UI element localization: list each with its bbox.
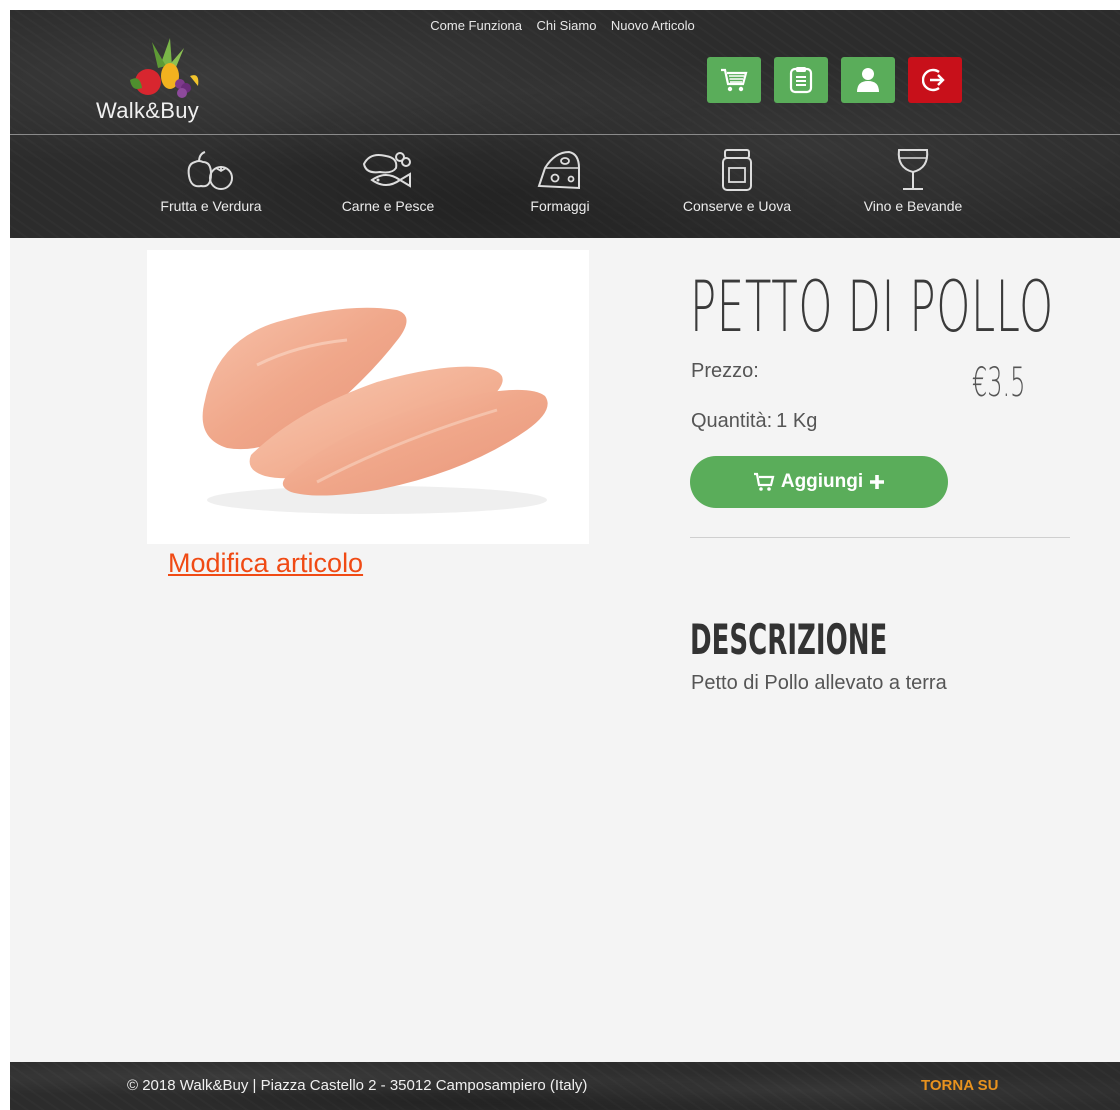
nav-come-funziona[interactable]: Come Funziona — [430, 18, 522, 33]
meat-fish-icon — [362, 152, 411, 188]
produce-logo-icon — [130, 38, 199, 98]
brand-logo[interactable]: Walk&Buy — [90, 36, 240, 126]
logout-icon — [922, 68, 945, 92]
category-label: Conserve e Uova — [682, 198, 792, 214]
category-label: Vino e Bevande — [863, 198, 963, 214]
edit-product-link[interactable]: Modifica articolo — [168, 548, 363, 579]
product-title: PETTO DI POLLO — [690, 266, 1054, 348]
jar-icon — [722, 149, 752, 191]
category-vino-bevande[interactable]: Vino e Bevande — [848, 148, 978, 214]
plus-icon — [870, 475, 885, 489]
quantity-label: Quantità: — [691, 410, 773, 432]
nav-nuovo-articolo[interactable]: Nuovo Articolo — [611, 18, 695, 33]
user-icon — [857, 68, 879, 92]
clipboard-icon — [789, 67, 813, 94]
add-button-label: Aggiungi — [780, 471, 864, 492]
category-carne-pesce[interactable]: Carne e Pesce — [328, 148, 448, 214]
description-text: Petto di Pollo allevato a terra — [691, 672, 947, 694]
top-nav: Come Funziona Chi Siamo Nuovo Articolo — [10, 17, 1120, 35]
category-label: Carne e Pesce — [341, 198, 435, 214]
quantity-value: 1 Kg — [776, 410, 818, 432]
category-label: Frutta e Verdura — [160, 198, 262, 214]
account-button[interactable] — [841, 57, 895, 103]
chicken-breast-image — [202, 307, 548, 514]
fruit-veg-icon — [187, 151, 233, 190]
product-image — [147, 250, 589, 544]
cheese-icon — [537, 150, 580, 190]
price-label: Prezzo: — [691, 360, 759, 382]
category-nav: Frutta e Verdura Carne e Pesce Formaggi … — [10, 136, 1120, 238]
category-label: Formaggi — [530, 198, 590, 214]
footer-copyright: © 2018 Walk&Buy | Piazza Castello 2 - 35… — [127, 1077, 588, 1094]
site-footer: © 2018 Walk&Buy | Piazza Castello 2 - 35… — [10, 1062, 1120, 1110]
quantity: Quantità: 1 Kg — [691, 410, 817, 433]
category-formaggi[interactable]: Formaggi — [510, 148, 610, 214]
nav-chi-siamo[interactable]: Chi Siamo — [536, 18, 596, 33]
header-divider — [10, 134, 1120, 135]
description-title: DESCRIZIONE — [690, 615, 888, 664]
cart-icon — [753, 472, 775, 491]
brand-name: Walk&Buy — [96, 98, 200, 123]
category-conserve-uova[interactable]: Conserve e Uova — [667, 148, 807, 214]
category-frutta-verdura[interactable]: Frutta e Verdura — [146, 148, 276, 214]
page: Come Funziona Chi Siamo Nuovo Articolo W… — [10, 10, 1120, 1110]
back-to-top-link[interactable]: TORNA SU — [921, 1077, 999, 1094]
logout-button[interactable] — [908, 57, 962, 103]
wine-glass-icon — [897, 149, 929, 190]
cart-button[interactable] — [707, 57, 761, 103]
orders-button[interactable] — [774, 57, 828, 103]
price-value: €3.5 — [972, 360, 1026, 406]
add-to-cart-button[interactable]: Aggiungi — [690, 456, 948, 508]
cart-icon — [721, 68, 748, 92]
site-header: Come Funziona Chi Siamo Nuovo Articolo W… — [10, 10, 1120, 238]
section-divider — [690, 537, 1070, 538]
